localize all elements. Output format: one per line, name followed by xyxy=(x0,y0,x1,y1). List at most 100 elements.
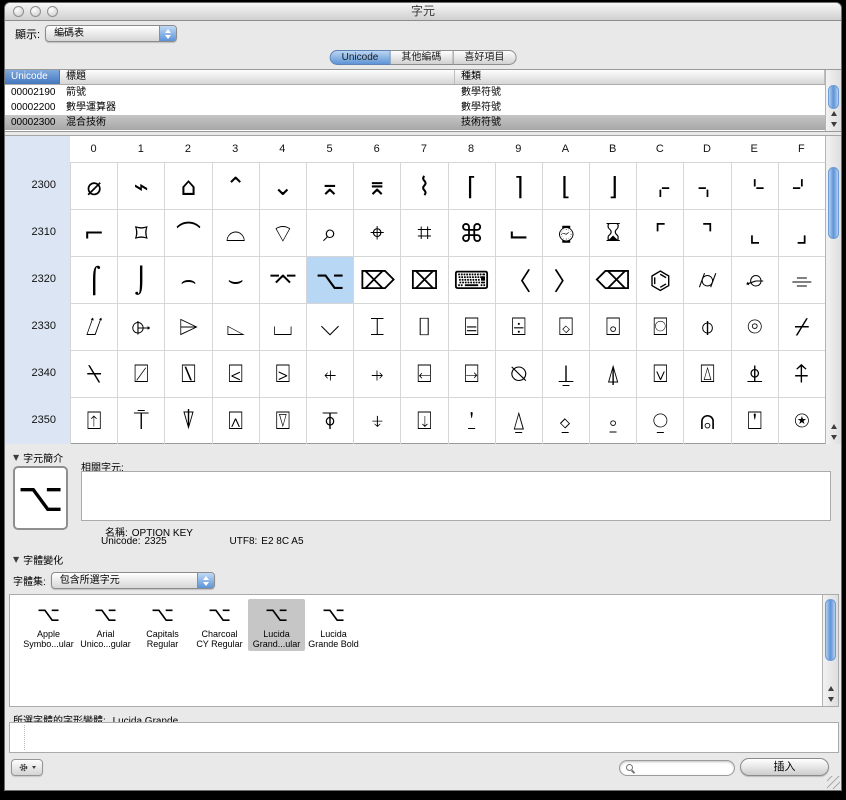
disclosure-triangle-icon[interactable]: ▼ xyxy=(13,453,19,462)
scroll-up-button[interactable] xyxy=(826,108,841,119)
grid-cell[interactable]: ⍁ xyxy=(117,350,164,397)
grid-scrollbar-thumb[interactable] xyxy=(828,167,839,239)
grid-cell[interactable]: ⌀ xyxy=(70,162,117,209)
grid-cell[interactable]: ⍋ xyxy=(589,350,636,397)
insert-button[interactable]: 插入 xyxy=(740,758,829,776)
grid-cell[interactable]: ⌣ xyxy=(212,256,259,303)
grid-cell[interactable]: ⍏ xyxy=(778,350,825,397)
grid-cell[interactable]: ⍔ xyxy=(259,397,306,444)
scroll-down-button[interactable] xyxy=(826,432,841,443)
font-collection-popup[interactable]: 包含所選字元 xyxy=(51,572,215,589)
scroll-down-button[interactable] xyxy=(823,694,838,705)
grid-cell[interactable]: ⌔ xyxy=(259,209,306,256)
column-header-2[interactable]: 種類 xyxy=(455,70,825,84)
grid-cell[interactable]: ⍑ xyxy=(117,397,164,444)
grid-cell[interactable]: ⌒ xyxy=(164,209,211,256)
font-item[interactable]: ⌥Lucida Grand...ular xyxy=(248,599,305,651)
grid-cell[interactable]: ⌨ xyxy=(448,256,495,303)
tab-favorites[interactable]: 喜好項目 xyxy=(453,50,516,65)
grid-cell[interactable]: ⌐ xyxy=(70,209,117,256)
grid-cell[interactable]: ⍌ xyxy=(636,350,683,397)
grid-cell[interactable]: ⍅ xyxy=(306,350,353,397)
grid-cell[interactable]: ⌽ xyxy=(683,303,730,350)
font-list-scrollbar-thumb[interactable] xyxy=(825,599,836,661)
grid-cell[interactable]: ⌯ xyxy=(778,256,825,303)
char-info-section-header[interactable]: ▼ 字元簡介 xyxy=(13,450,63,465)
table-row[interactable]: 00002190箭號數學符號 xyxy=(5,85,825,100)
grid-cell[interactable]: ⌢ xyxy=(164,256,211,303)
column-header-0[interactable]: Unicode xyxy=(5,70,60,84)
action-menu-button[interactable] xyxy=(11,759,43,776)
grid-cell[interactable]: ⍚ xyxy=(542,397,589,444)
grid-cell[interactable]: ⌇ xyxy=(400,162,447,209)
grid-cell[interactable]: ⌁ xyxy=(117,162,164,209)
grid-cell[interactable]: ⍗ xyxy=(400,397,447,444)
grid-cell[interactable]: ⍆ xyxy=(353,350,400,397)
grid-cell[interactable]: ⌼ xyxy=(636,303,683,350)
grid-cell[interactable]: ⌰ xyxy=(70,303,117,350)
zoom-button[interactable] xyxy=(47,6,58,17)
table-scrollbar-thumb[interactable] xyxy=(828,85,839,109)
grid-cell[interactable]: ⌕ xyxy=(306,209,353,256)
grid-cell[interactable]: ⌮ xyxy=(731,256,778,303)
grid-cell[interactable]: ⌄ xyxy=(259,162,306,209)
grid-cell[interactable]: ⌲ xyxy=(164,303,211,350)
grid-cell[interactable]: ⍓ xyxy=(212,397,259,444)
grid-cell[interactable]: ⌑ xyxy=(117,209,164,256)
grid-cell[interactable]: ⌾ xyxy=(731,303,778,350)
grid-cell[interactable]: ⌧ xyxy=(400,256,447,303)
grid-cell[interactable]: ⌅ xyxy=(306,162,353,209)
font-variation-section-header[interactable]: ▼ 字體變化 xyxy=(13,552,63,567)
grid-cell[interactable]: ⌏ xyxy=(778,162,825,209)
search-field[interactable] xyxy=(619,760,735,776)
column-header-1[interactable]: 標題 xyxy=(60,70,455,84)
grid-cell[interactable]: ⍖ xyxy=(353,397,400,444)
scroll-up-button[interactable] xyxy=(823,683,838,694)
tab-other-encodings[interactable]: 其他編碼 xyxy=(390,50,453,65)
table-scrollbar[interactable] xyxy=(825,70,841,131)
grid-cell[interactable]: ⌍ xyxy=(683,162,730,209)
grid-cell[interactable]: ⌹ xyxy=(495,303,542,350)
grid-cell[interactable]: ⌬ xyxy=(636,256,683,303)
close-button[interactable] xyxy=(13,6,24,17)
grid-cell[interactable]: ⍜ xyxy=(636,397,683,444)
grid-cell[interactable]: ⌊ xyxy=(542,162,589,209)
grid-cell[interactable]: 〉 xyxy=(542,256,589,303)
font-list-scrollbar[interactable] xyxy=(822,595,838,706)
grid-cell[interactable]: ⌎ xyxy=(731,162,778,209)
grid-cell[interactable]: ⌉ xyxy=(495,162,542,209)
grid-cell[interactable]: ⌚︎ xyxy=(542,209,589,256)
grid-cell[interactable]: ⌳ xyxy=(212,303,259,350)
grid-cell[interactable]: ⍇ xyxy=(400,350,447,397)
grid-cell[interactable]: ⍒ xyxy=(164,397,211,444)
tab-unicode[interactable]: Unicode xyxy=(330,50,391,65)
grid-cell[interactable]: ⌵ xyxy=(306,303,353,350)
grid-cell[interactable]: ⌛︎ xyxy=(589,209,636,256)
grid-cell[interactable]: ⌤ xyxy=(259,256,306,303)
font-item[interactable]: ⌥Capitals Regular xyxy=(134,599,191,651)
view-mode-popup[interactable]: 編碼表 xyxy=(45,25,177,42)
grid-cell[interactable]: ⍝ xyxy=(683,397,730,444)
grid-cell[interactable]: ⌝ xyxy=(683,209,730,256)
grid-cell[interactable]: ⍞ xyxy=(731,397,778,444)
grid-cell[interactable]: ⌗ xyxy=(400,209,447,256)
grid-cell[interactable]: ⌺ xyxy=(542,303,589,350)
grid-cell[interactable]: ⍕ xyxy=(306,397,353,444)
grid-cell[interactable]: ⌦ xyxy=(353,256,400,303)
grid-cell[interactable]: ⍂ xyxy=(164,350,211,397)
grid-cell[interactable]: ⌘ xyxy=(448,209,495,256)
search-input[interactable] xyxy=(634,762,728,775)
grid-cell[interactable]: ⌡ xyxy=(117,256,164,303)
grid-cell[interactable]: ⍟ xyxy=(778,397,825,444)
grid-cell[interactable]: ⌋ xyxy=(589,162,636,209)
table-row[interactable]: 00002300混合技術技術符號 xyxy=(5,115,825,130)
grid-cell[interactable]: ⍐ xyxy=(70,397,117,444)
grid-cell[interactable]: ⌥ xyxy=(306,256,353,303)
grid-scrollbar[interactable] xyxy=(825,136,841,444)
grid-cell[interactable]: ⍘ xyxy=(448,397,495,444)
grid-cell[interactable]: ⌓ xyxy=(212,209,259,256)
scroll-down-button[interactable] xyxy=(826,119,841,130)
grid-cell[interactable]: ⌜ xyxy=(636,209,683,256)
grid-cell[interactable]: ⌂ xyxy=(164,162,211,209)
grid-cell[interactable]: ⌃ xyxy=(212,162,259,209)
